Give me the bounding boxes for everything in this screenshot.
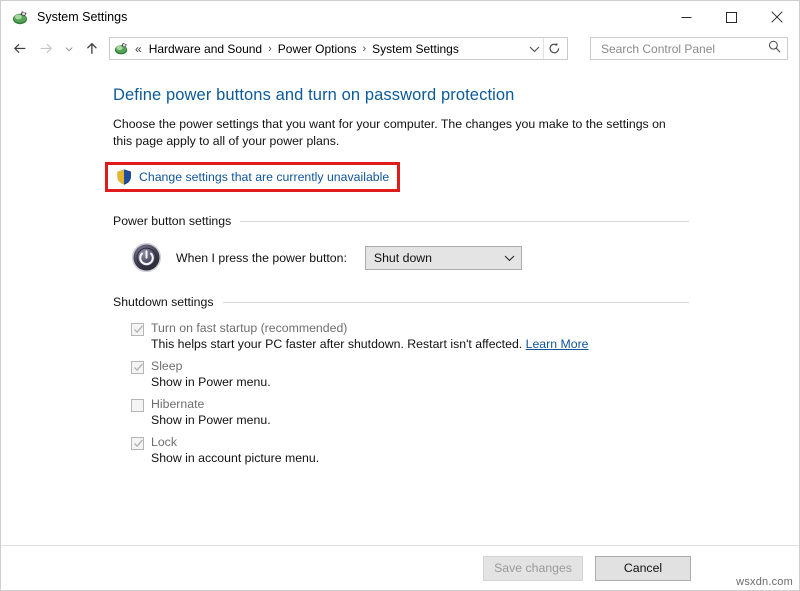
forward-button[interactable] (33, 36, 59, 62)
shutdown-settings-label: Shutdown settings (113, 295, 214, 309)
refresh-icon (549, 42, 559, 54)
breadcrumb: « Hardware and Sound › Power Options › S… (132, 41, 525, 57)
checkbox-label-fast-startup: Turn on fast startup (recommended) (151, 321, 348, 335)
cancel-button[interactable]: Cancel (595, 555, 691, 581)
refresh-button[interactable] (544, 38, 564, 59)
list-item[interactable]: Sleep (131, 359, 689, 374)
description-hibernate: Show in Power menu. (151, 413, 271, 427)
chevron-down-icon (65, 46, 73, 51)
breadcrumb-item-hardware-and-sound[interactable]: Hardware and Sound (145, 41, 266, 57)
list-item[interactable]: Turn on fast startup (recommended) (131, 321, 689, 336)
checkmark-icon (134, 439, 143, 448)
description-sleep: Show in Power menu. (151, 375, 271, 389)
watermark: wsxdn.com (736, 576, 793, 588)
power-button-icon (131, 242, 162, 273)
checkmark-icon (134, 325, 143, 334)
address-dropdown-button[interactable] (525, 38, 543, 59)
title-bar-left: System Settings (1, 9, 664, 26)
title-bar: System Settings (1, 1, 799, 33)
divider (222, 301, 689, 303)
power-button-action-value: Shut down (373, 250, 433, 265)
checkbox-fast-startup[interactable] (131, 323, 144, 336)
search-icon (768, 40, 781, 58)
power-button-row: When I press the power button: Shut down (131, 242, 689, 273)
checkmark-icon (134, 363, 143, 372)
learn-more-link[interactable]: Learn More (526, 337, 589, 351)
chevron-down-icon (504, 255, 515, 261)
search-input[interactable] (599, 40, 768, 57)
control-panel-icon (12, 9, 29, 26)
shutdown-settings-list: Turn on fast startup (recommended) This … (131, 321, 689, 465)
system-settings-window: System Settings « Hardware and Sound › P… (0, 0, 800, 591)
breadcrumb-item-power-options[interactable]: Power Options (274, 41, 361, 57)
search-box[interactable] (590, 37, 788, 60)
list-item[interactable]: Lock (131, 435, 689, 450)
description-fast-startup: This helps start your PC faster after sh… (151, 337, 689, 351)
forward-arrow-icon (40, 43, 53, 54)
description-text-fast-startup: This helps start your PC faster after sh… (151, 337, 523, 351)
window-title: System Settings (37, 10, 128, 24)
up-button[interactable] (79, 36, 105, 62)
divider (240, 220, 689, 222)
address-bar[interactable]: « Hardware and Sound › Power Options › S… (109, 37, 568, 60)
change-settings-link-label: Change settings that are currently unava… (139, 170, 390, 184)
page-title: Define power buttons and turn on passwor… (113, 86, 515, 104)
checkbox-label-sleep: Sleep (151, 359, 183, 373)
content-area: Define power buttons and turn on passwor… (1, 64, 799, 545)
save-changes-button[interactable]: Save changes (483, 555, 583, 581)
maximize-button[interactable] (709, 1, 754, 33)
breadcrumb-overflow[interactable]: « (132, 41, 145, 57)
power-button-settings-header: Power button settings (113, 214, 689, 228)
checkbox-hibernate[interactable] (131, 399, 144, 412)
uac-link-highlight: Change settings that are currently unava… (105, 162, 401, 192)
power-button-action-dropdown[interactable]: Shut down (364, 245, 522, 270)
navigation-bar: « Hardware and Sound › Power Options › S… (1, 33, 799, 64)
content-inner: Define power buttons and turn on passwor… (1, 86, 799, 465)
breadcrumb-separator: › (268, 42, 272, 55)
window-controls (664, 1, 799, 33)
description-lock: Show in account picture menu. (151, 451, 320, 465)
breadcrumb-separator: › (362, 42, 367, 55)
close-button[interactable] (754, 1, 799, 33)
checkbox-lock[interactable] (131, 437, 144, 450)
recent-locations-button[interactable] (59, 36, 79, 62)
checkbox-label-lock: Lock (151, 435, 177, 449)
footer-bar: Save changes Cancel wsxdn.com (1, 546, 799, 590)
shutdown-settings-header: Shutdown settings (113, 295, 689, 309)
up-arrow-icon (86, 42, 97, 54)
checkbox-label-hibernate: Hibernate (151, 397, 205, 411)
control-panel-icon (114, 41, 129, 56)
page-description: Choose the power settings that you want … (113, 117, 666, 148)
power-button-settings-label: Power button settings (113, 214, 232, 228)
change-settings-link[interactable]: Change settings that are currently unava… (116, 169, 389, 185)
list-item[interactable]: Hibernate (131, 397, 689, 412)
checkbox-sleep[interactable] (131, 361, 144, 374)
back-button[interactable] (7, 36, 33, 62)
back-arrow-icon (13, 43, 26, 54)
power-button-row-label: When I press the power button: (176, 250, 347, 265)
minimize-button[interactable] (664, 1, 709, 33)
uac-shield-icon (116, 169, 132, 185)
breadcrumb-item-system-settings[interactable]: System Settings (368, 41, 463, 57)
chevron-down-icon (529, 46, 539, 52)
